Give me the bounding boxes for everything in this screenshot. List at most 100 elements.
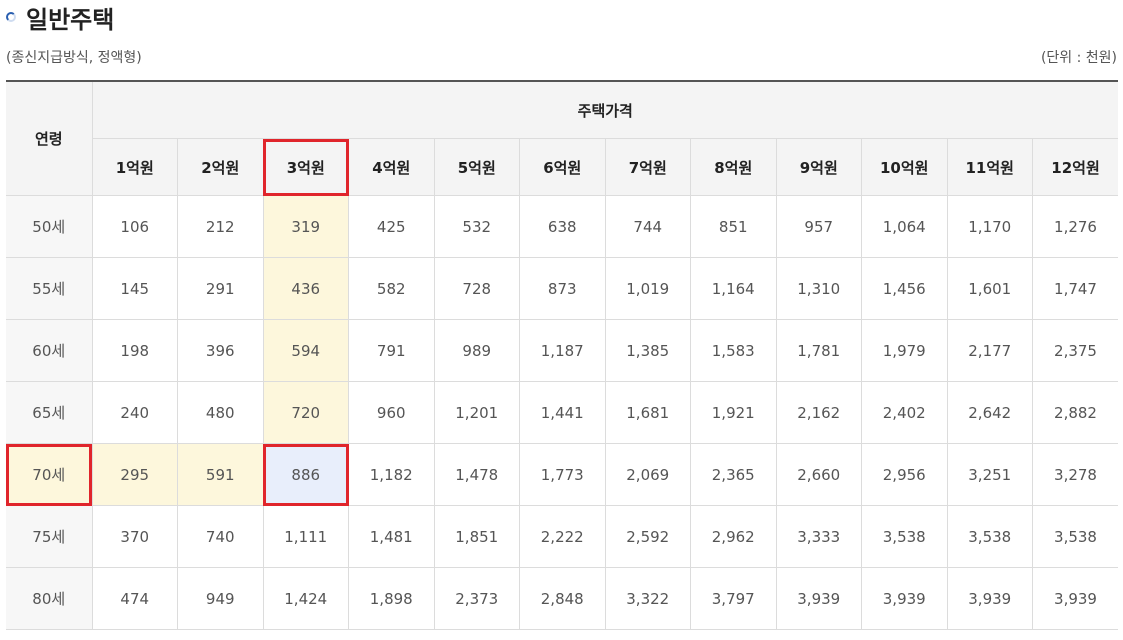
value-cell: 3,939 xyxy=(775,567,862,630)
value-cell: 1,851 xyxy=(433,505,520,568)
value-cell: 3,939 xyxy=(861,567,948,630)
value-cell: 873 xyxy=(519,257,606,320)
value-cell: 2,365 xyxy=(690,443,777,506)
age-cell: 55세 xyxy=(6,257,93,320)
value-cell: 1,385 xyxy=(604,319,691,382)
value-cell: 145 xyxy=(91,257,178,320)
value-cell: 1,310 xyxy=(775,257,862,320)
value-cell: 2,222 xyxy=(519,505,606,568)
value-cell: 1,979 xyxy=(861,319,948,382)
value-cell: 1,019 xyxy=(604,257,691,320)
value-cell: 1,424 xyxy=(262,567,349,630)
value-cell: 851 xyxy=(690,195,777,258)
value-cell: 2,962 xyxy=(690,505,777,568)
age-cell: 50세 xyxy=(6,195,93,258)
price-group-header: 주택가격 xyxy=(91,80,1119,139)
value-cell: 1,111 xyxy=(262,505,349,568)
age-cell: 65세 xyxy=(6,381,93,444)
price-column-header: 7억원 xyxy=(604,138,691,196)
bullet-icon xyxy=(6,12,16,22)
value-cell: 436 xyxy=(262,257,349,320)
section-title-text: 일반주택 xyxy=(26,5,115,34)
value-cell: 1,164 xyxy=(690,257,777,320)
price-column-header: 11억원 xyxy=(946,138,1033,196)
value-cell: 1,583 xyxy=(690,319,777,382)
value-cell: 1,481 xyxy=(348,505,435,568)
table-row: 70세 295 591 886 1,182 1,478 1,773 2,069 2,365 2,6… xyxy=(6,443,1119,506)
value-cell: 728 xyxy=(433,257,520,320)
value-cell: 2,642 xyxy=(946,381,1033,444)
value-cell: 1,456 xyxy=(861,257,948,320)
value-cell: 3,538 xyxy=(861,505,948,568)
table-row: 80세 474 949 1,424 1,898 2,373 2,848 3,322 3,797 3… xyxy=(6,567,1119,630)
price-column-header: 5억원 xyxy=(433,138,520,196)
value-cell: 1,201 xyxy=(433,381,520,444)
value-cell: 1,182 xyxy=(348,443,435,506)
value-cell: 396 xyxy=(177,319,264,382)
value-cell: 2,592 xyxy=(604,505,691,568)
price-column-header: 10억원 xyxy=(861,138,948,196)
value-cell: 1,773 xyxy=(519,443,606,506)
age-cell: 75세 xyxy=(6,505,93,568)
value-cell: 1,187 xyxy=(519,319,606,382)
pension-table: 연령 주택가격 1억원 2억원 3억원 4억원 5억원 6억원 7억원 8억원 9억원 10억원 1… xyxy=(6,80,1119,630)
value-cell: 1,064 xyxy=(861,195,948,258)
price-column-header: 2억원 xyxy=(177,138,264,196)
value-cell: 480 xyxy=(177,381,264,444)
value-cell: 291 xyxy=(177,257,264,320)
age-cell: 60세 xyxy=(6,319,93,382)
value-cell: 1,921 xyxy=(690,381,777,444)
value-cell: 2,373 xyxy=(433,567,520,630)
value-cell: 3,939 xyxy=(946,567,1033,630)
price-column-header: 9억원 xyxy=(775,138,862,196)
value-cell: 319 xyxy=(262,195,349,258)
table-row: 75세 370 740 1,111 1,481 1,851 2,222 2,592 2,962 3… xyxy=(6,505,1119,568)
age-header: 연령 xyxy=(6,80,93,196)
value-cell: 591 xyxy=(177,443,264,506)
value-cell: 3,797 xyxy=(690,567,777,630)
payment-method-note: (종신지급방식, 정액형) xyxy=(6,50,142,66)
value-cell: 1,441 xyxy=(519,381,606,444)
value-cell: 198 xyxy=(91,319,178,382)
value-cell: 106 xyxy=(91,195,178,258)
value-cell: 1,276 xyxy=(1032,195,1119,258)
value-cell: 2,375 xyxy=(1032,319,1119,382)
section-title: 일반주택 xyxy=(6,0,114,34)
value-cell: 989 xyxy=(433,319,520,382)
value-cell: 240 xyxy=(91,381,178,444)
value-cell: 2,848 xyxy=(519,567,606,630)
price-column-header: 3억원 xyxy=(262,138,349,196)
value-cell: 720 xyxy=(262,381,349,444)
value-cell: 295 xyxy=(91,443,178,506)
value-cell: 957 xyxy=(775,195,862,258)
value-cell: 3,538 xyxy=(1032,505,1119,568)
value-cell: 370 xyxy=(91,505,178,568)
price-column-header: 1억원 xyxy=(92,138,178,196)
value-cell: 2,069 xyxy=(604,443,691,506)
value-cell: 886 xyxy=(262,443,349,506)
age-cell: 80세 xyxy=(6,567,93,630)
value-cell: 1,747 xyxy=(1032,257,1119,320)
table-row: 50세 106 212 319 425 532 638 744 851 957 1,064 1,170… xyxy=(6,195,1119,258)
value-cell: 3,322 xyxy=(604,567,691,630)
value-cell: 3,939 xyxy=(1032,567,1119,630)
age-cell: 70세 xyxy=(6,443,93,506)
value-cell: 3,333 xyxy=(775,505,862,568)
price-column-header: 12억원 xyxy=(1032,138,1119,196)
value-cell: 3,251 xyxy=(946,443,1033,506)
value-cell: 425 xyxy=(348,195,435,258)
value-cell: 474 xyxy=(91,567,178,630)
table-row: 55세 145 291 436 582 728 873 1,019 1,164 1,310 1,45… xyxy=(6,257,1119,320)
value-cell: 3,278 xyxy=(1032,443,1119,506)
price-column-header: 4억원 xyxy=(348,138,435,196)
value-cell: 740 xyxy=(177,505,264,568)
value-cell: 1,478 xyxy=(433,443,520,506)
value-cell: 960 xyxy=(348,381,435,444)
value-cell: 2,402 xyxy=(861,381,948,444)
table-row: 60세 198 396 594 791 989 1,187 1,385 1,583 1,781 1,… xyxy=(6,319,1119,382)
value-cell: 3,538 xyxy=(946,505,1033,568)
value-cell: 2,177 xyxy=(946,319,1033,382)
value-cell: 212 xyxy=(177,195,264,258)
value-cell: 744 xyxy=(604,195,691,258)
value-cell: 791 xyxy=(348,319,435,382)
